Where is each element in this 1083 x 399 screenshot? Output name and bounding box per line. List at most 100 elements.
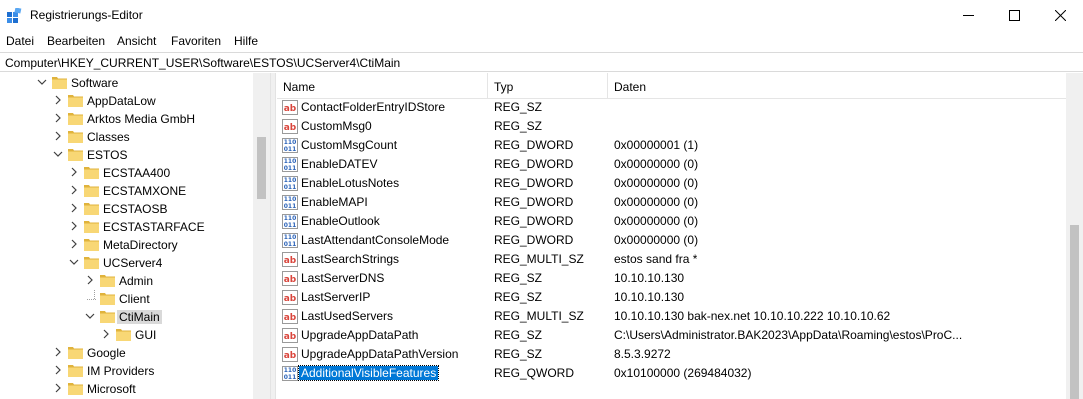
value-type: REG_DWORD	[494, 157, 574, 171]
value-row[interactable]: 110 011 EnableMAPI REG_DWORD 0x00000000 (0)	[277, 193, 1066, 212]
svg-text:110: 110	[284, 139, 297, 146]
chevron-right-icon[interactable]	[69, 203, 79, 213]
value-type: REG_SZ	[494, 347, 543, 361]
value-row[interactable]: ab CustomMsg0 REG_SZ	[277, 117, 1066, 136]
tree-item[interactable]: ESTOS	[0, 146, 253, 164]
svg-text:110: 110	[284, 158, 297, 165]
chevron-right-icon[interactable]	[53, 383, 63, 393]
key-tree[interactable]: Software AppDataLow Arktos Media GmbH Class…	[0, 73, 270, 399]
chevron-right-icon[interactable]	[85, 275, 95, 285]
value-row[interactable]: 110 011 LastAttendantConsoleMode REG_DWORD 0…	[277, 231, 1066, 250]
tree-scrollbar-thumb[interactable]	[257, 137, 266, 199]
column-type[interactable]: Typ	[494, 80, 513, 94]
minimize-button[interactable]	[945, 0, 991, 31]
menu-ansicht[interactable]: Ansicht	[117, 34, 156, 48]
chevron-down-icon[interactable]	[69, 257, 79, 267]
chevron-right-icon[interactable]	[53, 365, 63, 375]
chevron-right-icon[interactable]	[69, 221, 79, 231]
tree-item[interactable]: Google	[0, 344, 253, 362]
value-row[interactable]: ab ContactFolderEntryIDStore REG_SZ	[277, 98, 1066, 117]
menu-hilfe[interactable]: Hilfe	[234, 34, 258, 48]
title-bar: Registrierungs-Editor	[0, 0, 1083, 31]
svg-text:110: 110	[284, 367, 297, 374]
svg-text:110: 110	[284, 196, 297, 203]
tree-scrollbar[interactable]	[253, 73, 270, 399]
value-row[interactable]: ab LastServerIP REG_SZ 10.10.10.130	[277, 288, 1066, 307]
value-data: 0x00000000 (0)	[614, 195, 699, 209]
value-name: LastUsedServers	[301, 309, 394, 323]
chevron-down-icon[interactable]	[53, 149, 63, 159]
tree-item[interactable]: Admin	[0, 272, 253, 290]
tree-item[interactable]: GUI	[0, 326, 253, 344]
value-type: REG_DWORD	[494, 176, 574, 190]
column-name[interactable]: Name	[283, 80, 315, 94]
value-row[interactable]: ab LastUsedServers REG_MULTI_SZ 10.10.10.13…	[277, 307, 1066, 326]
chevron-right-icon[interactable]	[69, 167, 79, 177]
pane-splitter[interactable]	[270, 73, 276, 399]
maximize-button[interactable]	[991, 0, 1037, 31]
value-row[interactable]: ab LastSearchStrings REG_MULTI_SZ estos san…	[277, 250, 1066, 269]
value-data: 0x00000001 (1)	[614, 138, 699, 152]
tree-item[interactable]: Software	[0, 74, 253, 92]
chevron-right-icon[interactable]	[53, 113, 63, 123]
tree-item[interactable]: ECSTAMXONE	[0, 182, 253, 200]
address-bar[interactable]: Computer\HKEY_CURRENT_USER\Software\ESTO…	[0, 52, 1083, 72]
tree-item[interactable]: MetaDirectory	[0, 236, 253, 254]
tree-item-label: ECSTAMXONE	[103, 184, 187, 198]
value-row[interactable]: 110 011 CustomMsgCount REG_DWORD 0x00000001 …	[277, 136, 1066, 155]
chevron-right-icon[interactable]	[53, 131, 63, 141]
list-scrollbar-thumb[interactable]	[1070, 225, 1079, 399]
value-data: 8.5.3.9272	[614, 347, 671, 361]
value-row[interactable]: ab LastServerDNS REG_SZ 10.10.10.130	[277, 269, 1066, 288]
tree-item[interactable]: Classes	[0, 128, 253, 146]
svg-text:011: 011	[284, 184, 297, 191]
chevron-right-icon[interactable]	[101, 329, 111, 339]
svg-text:ab: ab	[284, 313, 297, 323]
value-data: 0x00000000 (0)	[614, 176, 699, 190]
folder-icon	[100, 311, 115, 323]
close-button[interactable]	[1037, 0, 1083, 31]
column-data[interactable]: Daten	[614, 80, 646, 94]
tree-item[interactable]: Client	[0, 290, 253, 308]
column-separator[interactable]	[607, 73, 608, 99]
value-row[interactable]: 110 011 EnableLotusNotes REG_DWORD 0x0000000…	[277, 174, 1066, 193]
menu-datei[interactable]: Datei	[6, 34, 34, 48]
value-row[interactable]: 110 011 AdditionalVisibleFeatures REG_QWORD…	[277, 364, 1066, 383]
tree-item-label: Google	[87, 346, 126, 360]
tree-item[interactable]: ECSTAOSB	[0, 200, 253, 218]
string-value-icon: ab	[282, 309, 298, 324]
value-type: REG_DWORD	[494, 214, 574, 228]
value-type: REG_MULTI_SZ	[494, 309, 584, 323]
chevron-right-icon[interactable]	[53, 95, 63, 105]
value-data: estos sand fra *	[614, 252, 698, 266]
tree-item[interactable]: ECSTAA400	[0, 164, 253, 182]
chevron-down-icon[interactable]	[85, 311, 95, 321]
value-name: LastServerDNS	[301, 271, 385, 285]
menu-favoriten[interactable]: Favoriten	[171, 34, 221, 48]
value-name: LastSearchStrings	[301, 252, 400, 266]
tree-item[interactable]: Microsoft	[0, 380, 253, 398]
menu-bearbeiten[interactable]: Bearbeiten	[47, 34, 105, 48]
value-name: EnableOutlook	[301, 214, 380, 228]
chevron-right-icon[interactable]	[53, 347, 63, 357]
tree-item[interactable]: AppDataLow	[0, 92, 253, 110]
chevron-right-icon[interactable]	[69, 185, 79, 195]
binary-value-icon: 110011	[282, 195, 298, 210]
value-row[interactable]: 110 011 EnableOutlook REG_DWORD 0x00000000 (…	[277, 212, 1066, 231]
tree-item[interactable]: Arktos Media GmbH	[0, 110, 253, 128]
tree-item-label: GUI	[135, 328, 157, 342]
tree-item[interactable]: CtiMain	[0, 308, 253, 326]
tree-item[interactable]: UCServer4	[0, 254, 253, 272]
folder-icon	[68, 347, 83, 359]
tree-item[interactable]: ECSTASTARFACE	[0, 218, 253, 236]
chevron-right-icon[interactable]	[69, 239, 79, 249]
tree-item[interactable]: IM Providers	[0, 362, 253, 380]
tree-item-label: ESTOS	[87, 148, 128, 162]
value-row[interactable]: ab UpgradeAppDataPathVersion REG_SZ 8.5.3.9…	[277, 345, 1066, 364]
value-row[interactable]: ab UpgradeAppDataPath REG_SZ C:\Users\Admin…	[277, 326, 1066, 345]
regedit-icon	[7, 8, 22, 23]
string-value-icon: ab	[282, 119, 298, 134]
chevron-down-icon[interactable]	[37, 77, 47, 87]
value-row[interactable]: 110 011 EnableDATEV REG_DWORD 0x00000000 (0)	[277, 155, 1066, 174]
column-separator[interactable]	[487, 73, 488, 99]
